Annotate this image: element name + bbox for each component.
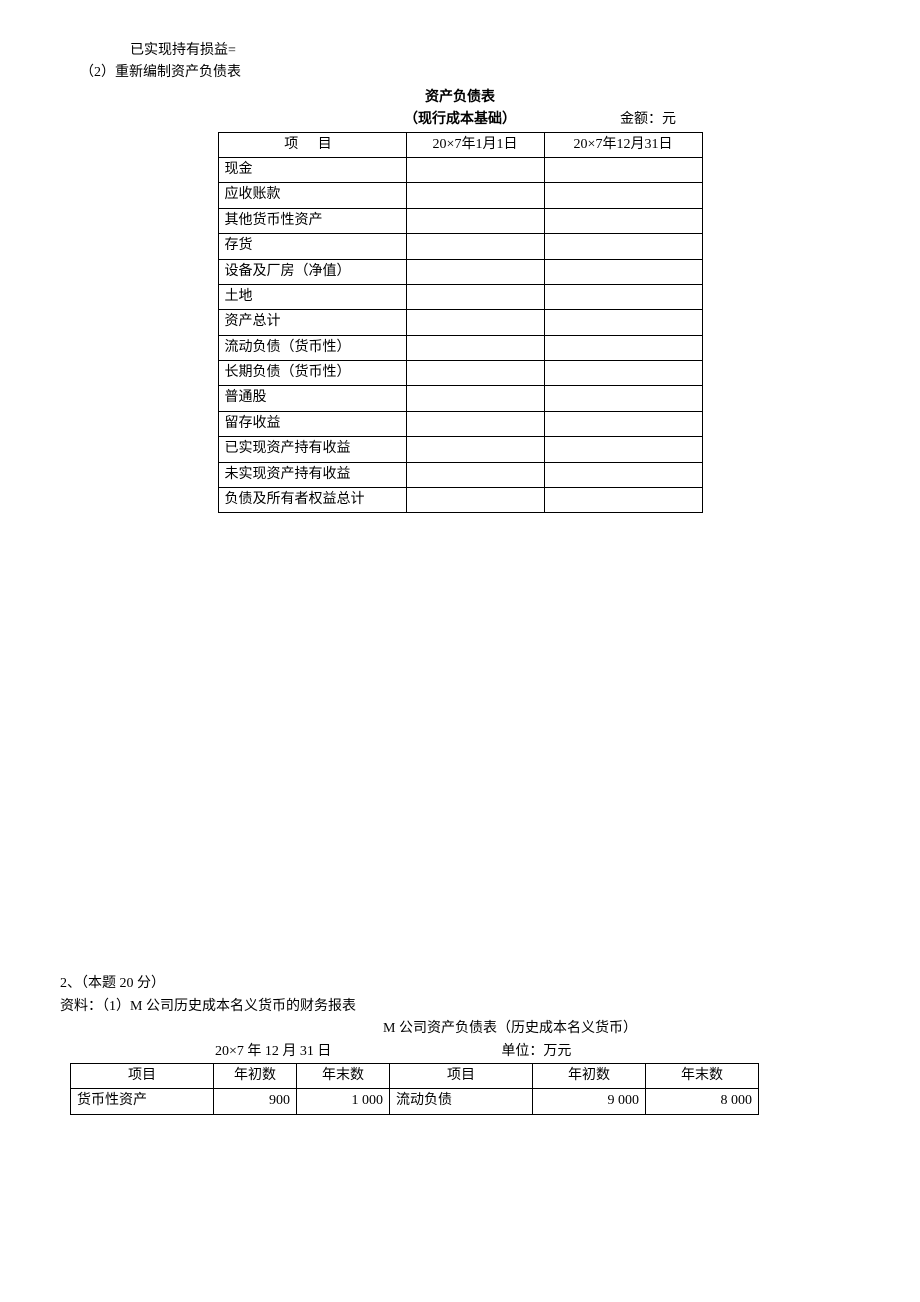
line-realized-gain: 已实现持有损益= (60, 40, 860, 62)
table-row: 留存收益 (218, 411, 702, 436)
cell (544, 335, 702, 360)
col-header-begin: 20×7年1月1日 (406, 132, 544, 157)
table1-unit: 金额：元 (620, 109, 676, 131)
cell (544, 259, 702, 284)
cell: 流动负债 (390, 1089, 533, 1114)
question-2-block: 2、（本题 20 分） 资料：（1）M 公司历史成本名义货币的财务报表 M 公司… (60, 973, 860, 1114)
cell (406, 335, 544, 360)
row-label: 已实现资产持有收益 (218, 437, 406, 462)
cell (406, 386, 544, 411)
cell: 900 (214, 1089, 297, 1114)
col-header: 年末数 (297, 1063, 390, 1088)
cell: 8 000 (646, 1089, 759, 1114)
table-row: 未实现资产持有收益 (218, 462, 702, 487)
table1-subtitle: （现行成本基础） (404, 109, 516, 131)
table2-unit: 单位：万元 (501, 1041, 571, 1063)
m-company-bs-table: 项目 年初数 年末数 项目 年初数 年末数 货币性资产 900 1 000 流动… (70, 1063, 759, 1115)
row-label: 未实现资产持有收益 (218, 462, 406, 487)
cell (544, 411, 702, 436)
table-row: 长期负债（货币性） (218, 361, 702, 386)
line-restate-bs: （2）重新编制资产负债表 (60, 62, 860, 84)
table-header-row: 项 目 20×7年1月1日 20×7年12月31日 (218, 132, 702, 157)
cell (406, 462, 544, 487)
table2-date: 20×7 年 12 月 31 日 (215, 1041, 331, 1063)
cell (544, 208, 702, 233)
q2-line1: 2、（本题 20 分） (60, 973, 860, 995)
table1-subtitle-row: （现行成本基础） 金额：元 (60, 109, 860, 131)
cell (544, 437, 702, 462)
table2-subtitle-row: 20×7 年 12 月 31 日 单位：万元 (60, 1041, 860, 1063)
row-label: 现金 (218, 157, 406, 182)
cell (544, 284, 702, 309)
cell (406, 488, 544, 513)
table-row: 负债及所有者权益总计 (218, 488, 702, 513)
col-header: 项目 (390, 1063, 533, 1088)
cell (544, 361, 702, 386)
col-header: 年初数 (214, 1063, 297, 1088)
table-row: 应收账款 (218, 183, 702, 208)
table-row: 土地 (218, 284, 702, 309)
cell (544, 157, 702, 182)
cell (406, 259, 544, 284)
col-header: 年末数 (646, 1063, 759, 1088)
cell (544, 488, 702, 513)
cell (406, 310, 544, 335)
cell (406, 183, 544, 208)
cell (406, 411, 544, 436)
table-row: 其他货币性资产 (218, 208, 702, 233)
cell: 货币性资产 (71, 1089, 214, 1114)
cell: 1 000 (297, 1089, 390, 1114)
row-label: 存货 (218, 234, 406, 259)
row-label: 应收账款 (218, 183, 406, 208)
q2-line2: 资料：（1）M 公司历史成本名义货币的财务报表 (60, 996, 860, 1018)
row-label: 土地 (218, 284, 406, 309)
table-row: 普通股 (218, 386, 702, 411)
row-label: 普通股 (218, 386, 406, 411)
row-label: 流动负债（货币性） (218, 335, 406, 360)
cell (406, 234, 544, 259)
cell: 9 000 (533, 1089, 646, 1114)
row-label: 资产总计 (218, 310, 406, 335)
col-header-item: 项 目 (218, 132, 406, 157)
cell (544, 183, 702, 208)
cell (544, 462, 702, 487)
col-header: 年初数 (533, 1063, 646, 1088)
cell (406, 208, 544, 233)
cell (406, 437, 544, 462)
cell (544, 386, 702, 411)
table-row: 现金 (218, 157, 702, 182)
table-row: 设备及厂房（净值） (218, 259, 702, 284)
table1-title: 资产负债表 (60, 87, 860, 109)
table-header-row: 项目 年初数 年末数 项目 年初数 年末数 (71, 1063, 759, 1088)
row-label: 留存收益 (218, 411, 406, 436)
table-row: 资产总计 (218, 310, 702, 335)
table2-title: M 公司资产负债表（历史成本名义货币） (60, 1018, 860, 1040)
table-row: 已实现资产持有收益 (218, 437, 702, 462)
row-label: 长期负债（货币性） (218, 361, 406, 386)
cell (544, 310, 702, 335)
cell (406, 361, 544, 386)
cell (544, 234, 702, 259)
col-header-end: 20×7年12月31日 (544, 132, 702, 157)
cell (406, 157, 544, 182)
table-row: 货币性资产 900 1 000 流动负债 9 000 8 000 (71, 1089, 759, 1114)
col-header: 项目 (71, 1063, 214, 1088)
row-label: 其他货币性资产 (218, 208, 406, 233)
row-label: 设备及厂房（净值） (218, 259, 406, 284)
balance-sheet-table: 项 目 20×7年1月1日 20×7年12月31日 现金 应收账款 其他货币性资… (218, 132, 703, 514)
table-row: 流动负债（货币性） (218, 335, 702, 360)
table-row: 存货 (218, 234, 702, 259)
row-label: 负债及所有者权益总计 (218, 488, 406, 513)
cell (406, 284, 544, 309)
